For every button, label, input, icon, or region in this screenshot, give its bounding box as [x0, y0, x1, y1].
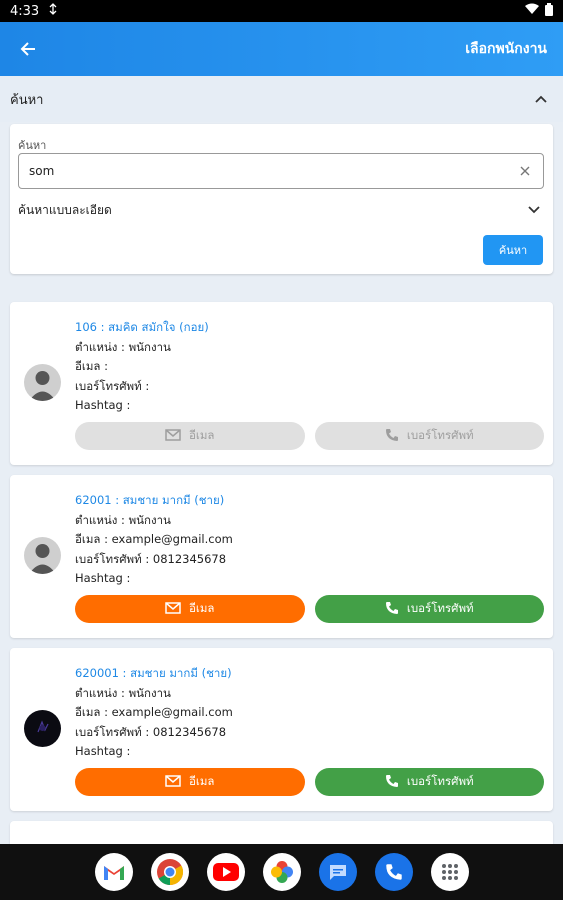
back-arrow-icon[interactable] — [16, 37, 40, 61]
contact-buttons: อีเมล เบอร์โทรศัพท์ — [75, 595, 544, 623]
phone-icon — [385, 428, 399, 445]
employee-hashtag: Hashtag : — [75, 398, 131, 412]
gmail-icon[interactable] — [94, 853, 133, 891]
email-button[interactable]: อีเมล — [75, 595, 305, 623]
avatar — [24, 537, 61, 574]
mail-icon — [165, 774, 181, 790]
phone-app-icon[interactable] — [374, 853, 413, 891]
mail-icon — [165, 428, 181, 444]
search-button[interactable]: ค้นหา — [483, 235, 543, 265]
advanced-search-label: ค้นหาแบบละเอียด — [18, 202, 112, 217]
page-title: เลือกพนักงาน — [465, 41, 547, 57]
status-bar: 4:33 — [0, 0, 563, 22]
employee-hashtag: Hashtag : — [75, 571, 131, 585]
sync-icon — [47, 3, 59, 19]
email-button[interactable]: อีเมล — [75, 768, 305, 796]
app-bar: เลือกพนักงาน — [0, 22, 563, 76]
search-input[interactable] — [29, 164, 517, 178]
employee-email: อีเมล : example@gmail.com — [75, 532, 233, 546]
employee-info: 106 : สมคิด สมักใจ (กอย) ตำแหน่ง : พนักง… — [75, 318, 209, 416]
email-button-label: อีเมล — [189, 428, 215, 442]
photos-icon[interactable] — [262, 853, 301, 891]
youtube-icon[interactable] — [206, 853, 245, 891]
employee-hashtag: Hashtag : — [75, 744, 131, 758]
employee-info: 620001 : สมชาย มากมี (ชาย) ตำแหน่ง : พนั… — [75, 664, 233, 762]
email-button-label: อีเมล — [189, 774, 215, 788]
employee-position: ตำแหน่ง : พนักงาน — [75, 512, 171, 527]
messages-icon[interactable] — [318, 853, 357, 891]
employee-name[interactable]: 106 : สมคิด สมักใจ (กอย) — [75, 318, 209, 338]
search-field-label: ค้นหา — [18, 139, 47, 152]
contact-buttons: อีเมล เบอร์โทรศัพท์ — [75, 768, 544, 796]
employee-position: ตำแหน่ง : พนักงาน — [75, 339, 171, 354]
employee-card[interactable]: 620001 : สมชาย มากมี (ชาย) ตำแหน่ง : พนั… — [10, 648, 553, 811]
advanced-search-toggle[interactable]: ค้นหาแบบละเอียด — [18, 200, 544, 220]
search-section-title: ค้นหา — [10, 92, 44, 108]
phone-button-label: เบอร์โทรศัพท์ — [406, 601, 474, 615]
employee-position: ตำแหน่ง : พนักงาน — [75, 685, 171, 700]
phone-button-label: เบอร์โทรศัพท์ — [406, 428, 474, 442]
chrome-icon[interactable] — [150, 853, 189, 891]
avatar — [24, 710, 61, 747]
employee-phone: เบอร์โทรศัพท์ : 0812345678 — [75, 724, 227, 739]
employee-card-partial[interactable] — [10, 821, 553, 844]
employee-email: อีเมล : example@gmail.com — [75, 705, 233, 719]
employee-name[interactable]: 62001 : สมชาย มากมี (ชาย) — [75, 491, 233, 511]
status-time: 4:33 — [10, 3, 40, 19]
contact-buttons: อีเมล เบอร์โทรศัพท์ — [75, 422, 544, 450]
phone-button[interactable]: เบอร์โทรศัพท์ — [314, 422, 544, 450]
search-input-box[interactable] — [18, 153, 544, 189]
employee-card[interactable]: 106 : สมคิด สมักใจ (กอย) ตำแหน่ง : พนักง… — [10, 302, 553, 465]
phone-button[interactable]: เบอร์โทรศัพท์ — [314, 595, 544, 623]
app-dock — [0, 844, 563, 900]
employee-info: 62001 : สมชาย มากมี (ชาย) ตำแหน่ง : พนัก… — [75, 491, 233, 589]
phone-button[interactable]: เบอร์โทรศัพท์ — [314, 768, 544, 796]
phone-icon — [385, 774, 399, 791]
employee-name[interactable]: 620001 : สมชาย มากมี (ชาย) — [75, 664, 233, 684]
mail-icon — [165, 601, 181, 617]
employee-email: อีเมล : — [75, 359, 108, 373]
employee-phone: เบอร์โทรศัพท์ : 0812345678 — [75, 551, 227, 566]
apps-icon[interactable] — [430, 853, 469, 891]
email-button-label: อีเมล — [189, 601, 215, 615]
email-button[interactable]: อีเมล — [75, 422, 305, 450]
battery-icon — [545, 2, 553, 20]
clear-icon[interactable] — [517, 163, 533, 179]
wifi-icon — [525, 3, 539, 19]
search-card: ค้นหา ค้นหาแบบละเอียด ค้นหา — [10, 124, 553, 274]
employee-phone: เบอร์โทรศัพท์ : — [75, 378, 150, 393]
avatar — [24, 364, 61, 401]
chevron-down-icon[interactable] — [524, 200, 544, 220]
phone-button-label: เบอร์โทรศัพท์ — [406, 774, 474, 788]
chevron-up-icon[interactable] — [529, 87, 553, 111]
employee-card[interactable]: 62001 : สมชาย มากมี (ชาย) ตำแหน่ง : พนัก… — [10, 475, 553, 638]
phone-icon — [385, 601, 399, 618]
search-section-header[interactable]: ค้นหา — [0, 76, 563, 122]
